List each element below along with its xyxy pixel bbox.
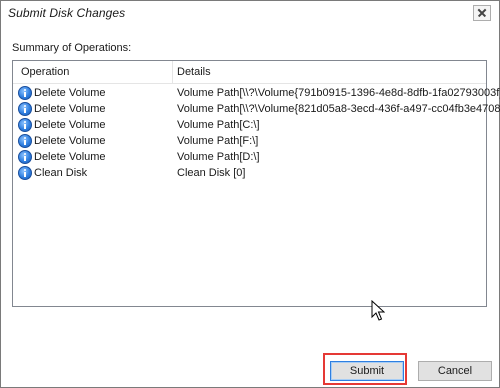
list-item[interactable]: Delete Volume Volume Path[\\?\Volume{791…	[13, 85, 500, 101]
list-item[interactable]: Delete Volume Volume Path[C:\]	[13, 117, 486, 133]
submit-button[interactable]: Submit	[330, 361, 404, 381]
list-item[interactable]: Delete Volume Volume Path[\\?\Volume{821…	[13, 101, 500, 117]
submit-disk-changes-dialog: Submit Disk Changes Summary of Operation…	[0, 0, 500, 388]
details-text: Clean Disk [0]	[177, 167, 246, 179]
window-title: Submit Disk Changes	[8, 6, 126, 20]
list-header: Operation Details	[13, 61, 486, 84]
list-item[interactable]: Clean Disk Clean Disk [0]	[13, 165, 486, 181]
operation-text: Delete Volume	[34, 151, 106, 163]
details-text: Volume Path[D:\]	[177, 151, 260, 163]
details-text: Volume Path[\\?\Volume{821d05a8-3ecd-436…	[177, 103, 500, 115]
cancel-button[interactable]: Cancel	[418, 361, 492, 381]
column-header-details[interactable]: Details	[177, 66, 211, 78]
close-button[interactable]	[473, 5, 491, 21]
column-divider[interactable]	[172, 61, 173, 83]
operations-list[interactable]: Operation Details Delete Volume Volume P…	[12, 60, 500, 307]
operation-text: Delete Volume	[34, 103, 106, 115]
info-icon	[18, 166, 32, 180]
column-header-operation[interactable]: Operation	[21, 66, 69, 78]
operation-text: Delete Volume	[34, 119, 106, 131]
list-rows: Delete Volume Volume Path[\\?\Volume{791…	[13, 85, 500, 181]
mouse-cursor-icon	[371, 300, 385, 321]
operation-text: Delete Volume	[34, 135, 106, 147]
operation-text: Clean Disk	[34, 167, 88, 179]
details-text: Volume Path[F:\]	[177, 135, 259, 147]
list-item[interactable]: Delete Volume Volume Path[F:\]	[13, 133, 486, 149]
list-item[interactable]: Delete Volume Volume Path[D:\]	[13, 149, 486, 165]
details-text: Volume Path[\\?\Volume{791b0915-1396-4e8…	[177, 87, 500, 99]
details-text: Volume Path[C:\]	[177, 119, 260, 131]
info-icon	[18, 118, 32, 132]
info-icon	[18, 86, 32, 100]
info-icon	[18, 134, 32, 148]
operation-text: Delete Volume	[34, 87, 106, 99]
title-bar: Submit Disk Changes	[1, 1, 499, 25]
summary-label: Summary of Operations:	[12, 42, 132, 54]
info-icon	[18, 150, 32, 164]
info-icon	[18, 102, 32, 116]
